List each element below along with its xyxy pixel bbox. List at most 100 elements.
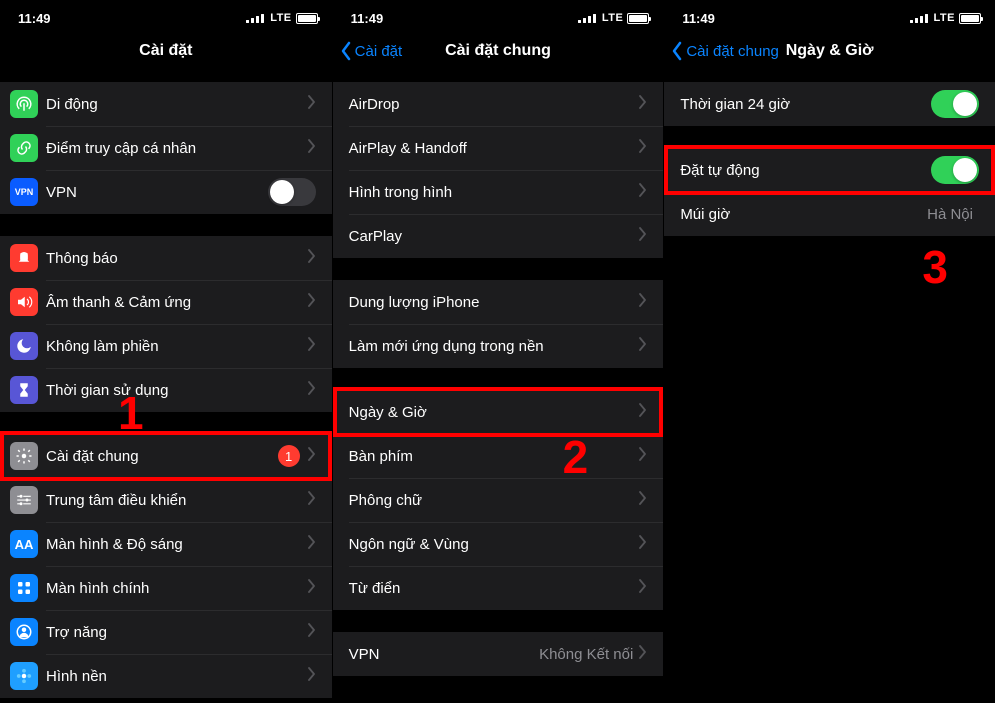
moon-icon <box>10 332 38 360</box>
general-list: AirDrop AirPlay & Handoff Hình trong hình C… <box>333 82 664 676</box>
row-pip[interactable]: Hình trong hình <box>333 170 664 214</box>
row-24h[interactable]: Thời gian 24 giờ <box>664 82 995 126</box>
row-home[interactable]: Màn hình chính <box>0 566 332 610</box>
row-label: Không làm phiền <box>46 338 308 355</box>
row-wallpaper[interactable]: Hình nền <box>0 654 332 698</box>
status-bar: 11:49 LTE <box>664 0 995 30</box>
toggle-vpn[interactable] <box>268 178 316 206</box>
row-label: VPN <box>46 184 268 201</box>
row-notifications[interactable]: Thông báo <box>0 236 332 280</box>
row-datetime[interactable]: Ngày & Giờ <box>333 390 664 434</box>
pane-general: 11:49 LTE Cài đặt Cài đặt chung AirDropA… <box>332 0 664 703</box>
status-bar: 11:49 LTE <box>0 0 332 30</box>
settings-section: Cài đặt chung1 Trung tâm điều khiển AA Màn … <box>0 434 332 698</box>
row-label: Ngôn ngữ & Vùng <box>349 536 640 553</box>
row-label: CarPlay <box>349 228 640 245</box>
page-title: Cài đặt <box>139 42 192 60</box>
chevron-right-icon <box>308 337 316 356</box>
row-value: Không Kết nối <box>539 646 633 663</box>
back-button[interactable]: Cài đặt <box>339 41 403 61</box>
row-screentime[interactable]: Thời gian sử dụng <box>0 368 332 412</box>
toggle-auto[interactable] <box>931 156 979 184</box>
row-label: Thông báo <box>46 250 308 267</box>
chevron-right-icon <box>308 535 316 554</box>
sliders-icon <box>10 486 38 514</box>
hourglass-icon <box>10 376 38 404</box>
chevron-right-icon <box>308 293 316 312</box>
row-label: Từ điển <box>349 580 640 597</box>
row-label: VPN <box>349 646 539 663</box>
row-airplay[interactable]: AirPlay & Handoff <box>333 126 664 170</box>
row-control[interactable]: Trung tâm điều khiển <box>0 478 332 522</box>
chevron-right-icon <box>639 227 647 246</box>
battery-icon <box>296 13 318 24</box>
settings-section: Ngày & Giờ Bàn phímPhông chữ Ngôn ngữ & Vù… <box>333 390 664 610</box>
chevron-right-icon <box>639 95 647 114</box>
row-language[interactable]: Ngôn ngữ & Vùng <box>333 522 664 566</box>
person-icon <box>10 618 38 646</box>
row-fonts[interactable]: Phông chữ <box>333 478 664 522</box>
chevron-right-icon <box>639 535 647 554</box>
settings-list: Di động Điểm truy cập cá nhân VPNVPN Thông … <box>0 82 332 698</box>
row-label: AirDrop <box>349 96 640 113</box>
settings-section: VPNKhông Kết nối <box>333 632 664 676</box>
row-bgrefresh[interactable]: Làm mới ứng dụng trong nền <box>333 324 664 368</box>
link-icon <box>10 134 38 162</box>
settings-section: Thông báo Âm thanh & Cảm ứng Không làm phi… <box>0 236 332 412</box>
row-label: Hình trong hình <box>349 184 640 201</box>
row-label: Màn hình & Độ sáng <box>46 536 308 553</box>
chevron-right-icon <box>308 579 316 598</box>
chevron-right-icon <box>308 139 316 158</box>
row-keyboard[interactable]: Bàn phím <box>333 434 664 478</box>
row-display[interactable]: AA Màn hình & Độ sáng <box>0 522 332 566</box>
page-title: Ngày & Giờ <box>786 42 874 60</box>
chevron-right-icon <box>308 623 316 642</box>
row-label: Múi giờ <box>680 206 927 223</box>
battery-icon <box>627 13 649 24</box>
chevron-left-icon <box>670 41 684 61</box>
row-accessibility[interactable]: Trợ năng <box>0 610 332 654</box>
toggle-24h[interactable] <box>931 90 979 118</box>
row-auto[interactable]: Đặt tự động <box>664 148 995 192</box>
row-airdrop[interactable]: AirDrop <box>333 82 664 126</box>
status-right: LTE <box>246 12 317 24</box>
row-tz[interactable]: Múi giờHà Nội <box>664 192 995 236</box>
row-label: Điểm truy cập cá nhân <box>46 140 308 157</box>
signal-icon <box>578 14 596 23</box>
row-general[interactable]: Cài đặt chung1 <box>0 434 332 478</box>
row-hotspot[interactable]: Điểm truy cập cá nhân <box>0 126 332 170</box>
row-carplay[interactable]: CarPlay <box>333 214 664 258</box>
row-label: Thời gian sử dụng <box>46 382 308 399</box>
chevron-right-icon <box>308 249 316 268</box>
aa-icon: AA <box>10 530 38 558</box>
row-cellular[interactable]: Di động <box>0 82 332 126</box>
row-label: Ngày & Giờ <box>349 404 640 421</box>
status-bar: 11:49 LTE <box>333 0 664 30</box>
row-dict[interactable]: Từ điển <box>333 566 664 610</box>
row-vpn[interactable]: VPNVPN <box>0 170 332 214</box>
row-value: Hà Nội <box>927 206 973 223</box>
back-label: Cài đặt chung <box>686 43 779 60</box>
chevron-right-icon <box>639 447 647 466</box>
row-label: Di động <box>46 96 308 113</box>
status-time: 11:49 <box>14 11 51 26</box>
chevron-right-icon <box>308 447 316 466</box>
settings-section: Dung lượng iPhone Làm mới ứng dụng trong … <box>333 280 664 368</box>
row-dnd[interactable]: Không làm phiền <box>0 324 332 368</box>
chevron-right-icon <box>639 403 647 422</box>
grid-icon <box>10 574 38 602</box>
row-label: Làm mới ứng dụng trong nền <box>349 338 640 355</box>
chevron-right-icon <box>639 337 647 356</box>
navbar: Cài đặt Cài đặt chung <box>333 30 664 72</box>
row-storage[interactable]: Dung lượng iPhone <box>333 280 664 324</box>
row-vpnrow[interactable]: VPNKhông Kết nối <box>333 632 664 676</box>
pane-settings: 11:49 LTE Cài đặt Di động Điểm truy cập c… <box>0 0 332 703</box>
badge: 1 <box>278 445 300 467</box>
gear-icon <box>10 442 38 470</box>
pane-datetime: 11:49 LTE Cài đặt chung Ngày & Giờ Thời … <box>663 0 995 703</box>
network-label: LTE <box>602 12 623 24</box>
back-button[interactable]: Cài đặt chung <box>670 41 779 61</box>
row-label: Dung lượng iPhone <box>349 294 640 311</box>
row-sounds[interactable]: Âm thanh & Cảm ứng <box>0 280 332 324</box>
row-label: Trung tâm điều khiển <box>46 492 308 509</box>
